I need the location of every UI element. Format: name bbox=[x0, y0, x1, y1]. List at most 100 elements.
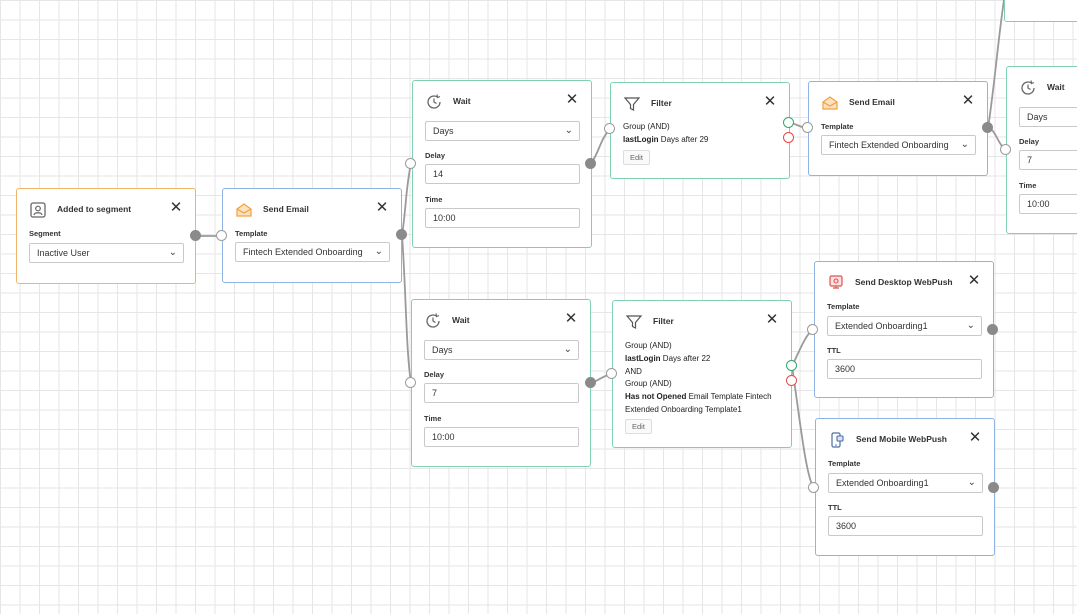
yes-output-port[interactable] bbox=[786, 360, 797, 371]
node-title: Filter bbox=[653, 316, 674, 326]
node-title: Wait bbox=[453, 96, 471, 106]
time-input[interactable]: 10:00 bbox=[424, 427, 579, 447]
yes-output-port[interactable] bbox=[783, 117, 794, 128]
condition-field: lastLogin bbox=[623, 134, 659, 144]
output-port[interactable] bbox=[396, 229, 407, 240]
close-icon[interactable]: ✕ bbox=[961, 93, 975, 108]
close-icon[interactable]: ✕ bbox=[763, 94, 777, 109]
no-output-port[interactable] bbox=[783, 132, 794, 143]
condition-rule: lastLogin Days after 22 bbox=[625, 353, 785, 366]
workflow-canvas[interactable]: Added to segment ✕ Segment Inactive User… bbox=[0, 0, 1077, 614]
unit-select[interactable]: Days ⌄ bbox=[425, 121, 580, 141]
template-select[interactable]: Fintech Extended Onboarding ⌄ bbox=[235, 242, 390, 262]
close-icon[interactable]: ✕ bbox=[564, 311, 578, 326]
unit-value: Days bbox=[433, 126, 454, 136]
trigger-node-added-to-segment[interactable]: Added to segment ✕ Segment Inactive User… bbox=[16, 188, 196, 284]
template-label: Template bbox=[827, 302, 860, 311]
output-port[interactable] bbox=[982, 122, 993, 133]
unit-value: Days bbox=[1027, 112, 1048, 122]
close-icon[interactable]: ✕ bbox=[765, 312, 779, 327]
input-port[interactable] bbox=[606, 368, 617, 379]
send-mobile-webpush-node[interactable]: Send Mobile WebPush ✕ Template Extended … bbox=[815, 418, 995, 556]
send-email-node[interactable]: Send Email ✕ Template Fintech Extended O… bbox=[808, 81, 988, 176]
wait-node-bottom[interactable]: Wait ✕ Days ⌄ Delay 7 Time 10:00 bbox=[411, 299, 591, 467]
ttl-label: TTL bbox=[827, 346, 841, 355]
input-port[interactable] bbox=[604, 123, 615, 134]
input-port[interactable] bbox=[1000, 144, 1011, 155]
delay-label: Delay bbox=[425, 151, 446, 160]
output-port[interactable] bbox=[585, 377, 596, 388]
condition-rule: lastLogin Days after 29 bbox=[623, 134, 708, 147]
chevron-down-icon: ⌄ bbox=[168, 247, 177, 258]
condition-text: Days after 29 bbox=[658, 134, 709, 144]
ttl-label: TTL bbox=[828, 503, 842, 512]
mobile-push-icon bbox=[831, 432, 844, 448]
chevron-down-icon: ⌄ bbox=[564, 125, 573, 136]
clock-icon bbox=[427, 94, 441, 109]
offscreen-node[interactable] bbox=[1004, 0, 1077, 22]
edit-button[interactable]: Edit bbox=[625, 419, 652, 434]
send-email-node[interactable]: Send Email ✕ Template Fintech Extended O… bbox=[222, 188, 402, 283]
template-value: Fintech Extended Onboarding bbox=[243, 247, 363, 257]
close-icon[interactable]: ✕ bbox=[967, 273, 981, 288]
chevron-down-icon: ⌄ bbox=[966, 320, 975, 331]
wait-node-top[interactable]: Wait ✕ Days ⌄ Delay 14 Time 10:00 bbox=[412, 80, 592, 248]
segment-select[interactable]: Inactive User ⌄ bbox=[29, 243, 184, 263]
funnel-icon bbox=[625, 315, 643, 329]
close-icon[interactable]: ✕ bbox=[169, 200, 183, 215]
edit-button[interactable]: Edit bbox=[623, 150, 650, 165]
delay-input[interactable]: 7 bbox=[424, 383, 579, 403]
close-icon[interactable]: ✕ bbox=[375, 200, 389, 215]
connector-email-wait-top bbox=[401, 163, 412, 236]
unit-value: Days bbox=[432, 345, 453, 355]
input-port[interactable] bbox=[405, 377, 416, 388]
segment-value: Inactive User bbox=[37, 248, 90, 258]
output-port[interactable] bbox=[988, 482, 999, 493]
close-icon[interactable]: ✕ bbox=[565, 92, 579, 107]
envelope-open-icon bbox=[236, 203, 252, 217]
condition-field: Has not Opened bbox=[625, 392, 687, 402]
time-input[interactable]: 10:00 bbox=[425, 208, 580, 228]
output-port[interactable] bbox=[987, 324, 998, 335]
node-title: Added to segment bbox=[57, 204, 132, 214]
connector-email-wait-bottom bbox=[401, 234, 412, 384]
input-port[interactable] bbox=[405, 158, 416, 169]
ttl-input[interactable]: 3600 bbox=[828, 516, 983, 536]
filter-node-bottom[interactable]: Filter ✕ Group (AND) lastLogin Days afte… bbox=[612, 300, 792, 448]
node-title: Send Email bbox=[849, 97, 895, 107]
condition-field: lastLogin bbox=[625, 353, 661, 363]
delay-input[interactable]: 7 bbox=[1019, 150, 1077, 170]
input-port[interactable] bbox=[216, 230, 227, 241]
input-port[interactable] bbox=[802, 122, 813, 133]
time-input[interactable]: 10:00 bbox=[1019, 194, 1077, 214]
template-select[interactable]: Extended Onboarding1 ⌄ bbox=[827, 316, 982, 336]
send-desktop-webpush-node[interactable]: Send Desktop WebPush ✕ Template Extended… bbox=[814, 261, 994, 398]
ttl-input[interactable]: 3600 bbox=[827, 359, 982, 379]
template-select[interactable]: Fintech Extended Onboarding ⌄ bbox=[821, 135, 976, 155]
node-title: Wait bbox=[1047, 82, 1065, 92]
template-label: Template bbox=[828, 459, 861, 468]
condition-rule: Has not Opened Email Template Fintech bbox=[625, 391, 785, 404]
delay-label: Delay bbox=[1019, 137, 1040, 146]
unit-select[interactable]: Days ⌄ bbox=[424, 340, 579, 360]
condition-group: Group (AND) bbox=[625, 341, 672, 350]
input-port[interactable] bbox=[807, 324, 818, 335]
chevron-down-icon: ⌄ bbox=[967, 477, 976, 488]
input-port[interactable] bbox=[808, 482, 819, 493]
wait-node-far[interactable]: Wait Days Delay 7 Time 10:00 bbox=[1006, 66, 1077, 234]
close-icon[interactable]: ✕ bbox=[968, 430, 982, 445]
node-title: Send Desktop WebPush bbox=[855, 277, 953, 287]
output-port[interactable] bbox=[190, 230, 201, 241]
unit-select[interactable]: Days bbox=[1019, 107, 1077, 127]
template-select[interactable]: Extended Onboarding1 ⌄ bbox=[828, 473, 983, 493]
user-segment-icon bbox=[30, 202, 46, 218]
condition-group: Group (AND) bbox=[623, 122, 670, 131]
no-output-port[interactable] bbox=[786, 375, 797, 386]
clock-icon bbox=[1021, 80, 1035, 95]
filter-node-top[interactable]: Filter ✕ Group (AND) lastLogin Days afte… bbox=[610, 82, 790, 179]
template-value: Fintech Extended Onboarding bbox=[829, 140, 949, 150]
output-port[interactable] bbox=[585, 158, 596, 169]
delay-input[interactable]: 14 bbox=[425, 164, 580, 184]
template-label: Template bbox=[821, 122, 854, 131]
chevron-down-icon: ⌄ bbox=[563, 344, 572, 355]
